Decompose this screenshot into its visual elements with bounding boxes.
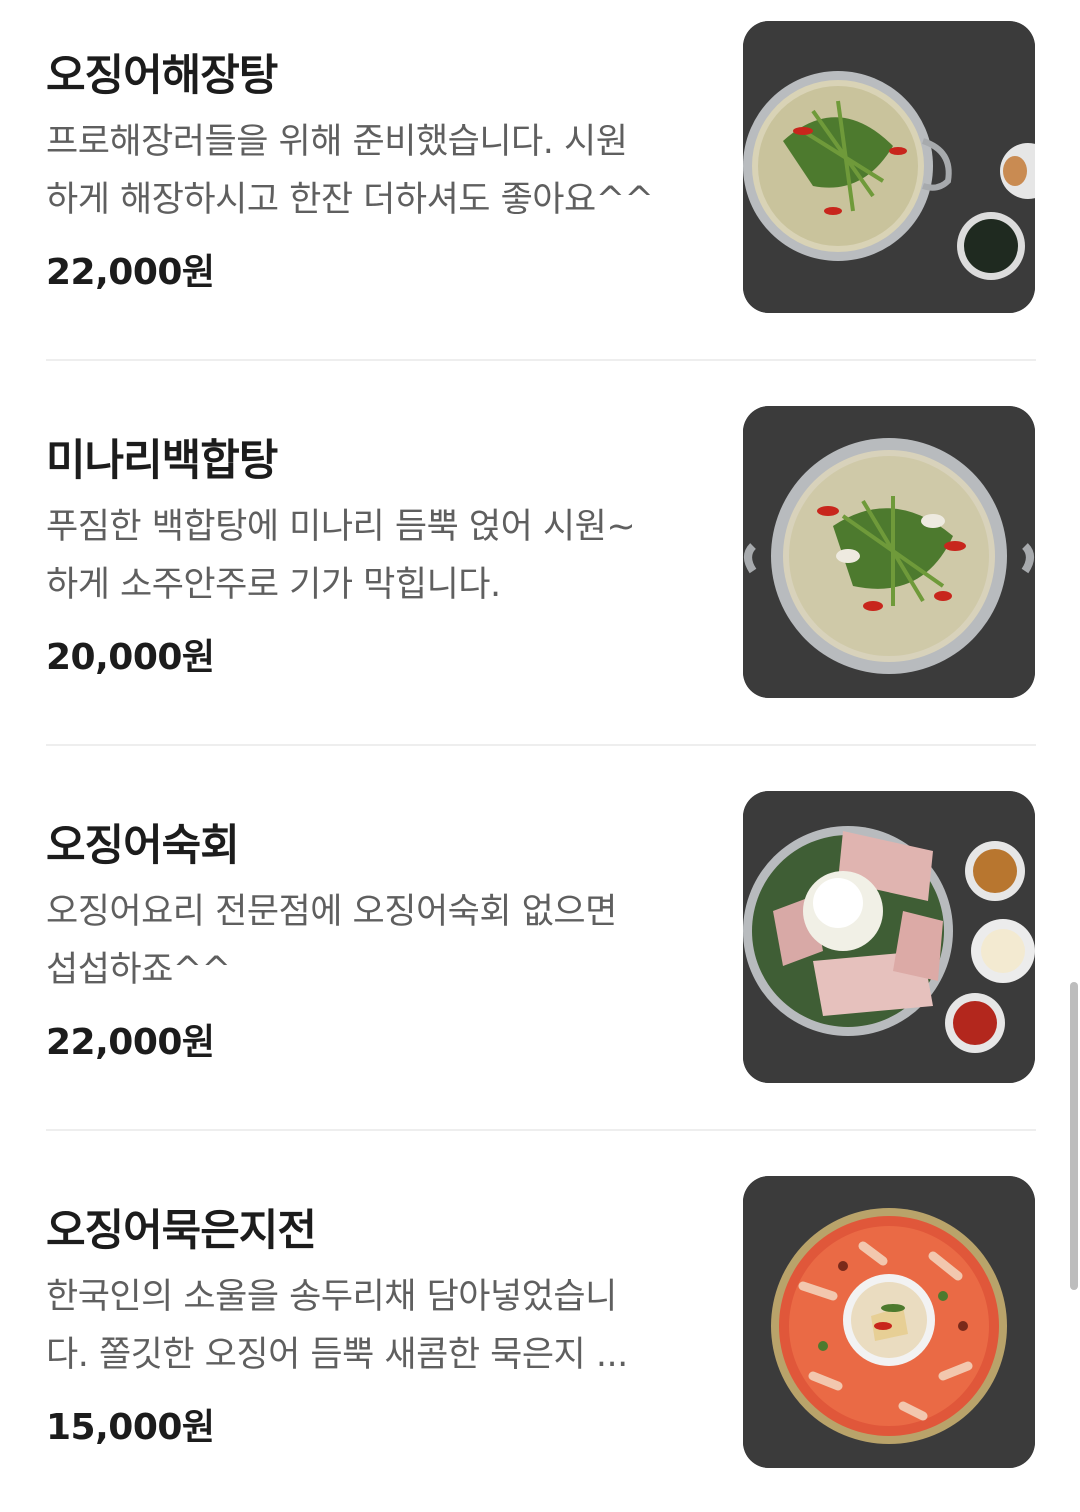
menu-item-image[interactable] (743, 1176, 1035, 1468)
menu-item-description: 오징어요리 전문점에 오징어숙회 없으면 섭섭하죠^^ (46, 883, 696, 999)
menu-item-description-line: 하게 해장하시고 한잔 더하셔도 좋아요^^ (46, 180, 654, 220)
menu-item-price: 22,000원 (46, 1022, 215, 1063)
menu-item-name: 오징어묵은지전 (46, 1206, 317, 1256)
menu-item-name: 미나리백합탕 (46, 436, 278, 486)
menu-item-price: 15,000원 (46, 1407, 215, 1448)
menu-item-description-line: 섭섭하죠^^ (46, 950, 231, 990)
menu-item-image[interactable] (743, 791, 1035, 1083)
divider (46, 744, 1036, 746)
menu-item-price: 20,000원 (46, 637, 215, 678)
divider (46, 359, 1036, 361)
menu-item-description-line: 푸짐한 백합탕에 미나리 듬뿍 얹어 시원~ (46, 507, 636, 547)
menu-item-image[interactable] (743, 406, 1035, 698)
menu-item[interactable]: 오징어숙회 오징어요리 전문점에 오징어숙회 없으면 섭섭하죠^^ 22,000… (46, 791, 1036, 1087)
divider (46, 1129, 1036, 1131)
menu-item[interactable]: 오징어해장탕 프로해장러들을 위해 준비했습니다. 시원 하게 해장하시고 한잔… (46, 21, 1036, 317)
menu-item-description-line: 오징어요리 전문점에 오징어숙회 없으면 (46, 892, 617, 932)
menu-item[interactable]: 오징어묵은지전 한국인의 소울을 송두리채 담아넣었습니 다. 쫄깃한 오징어 … (46, 1176, 1036, 1472)
menu-item-image[interactable] (743, 21, 1035, 313)
menu-item-description-line: 한국인의 소울을 송두리채 담아넣었습니 (46, 1277, 617, 1317)
scrollbar[interactable] (1070, 982, 1078, 1290)
menu-item-description-line: 다. 쫄깃한 오징어 듬뿍 새콤한 묵은지 ... (46, 1335, 628, 1375)
menu-item[interactable]: 미나리백합탕 푸짐한 백합탕에 미나리 듬뿍 얹어 시원~ 하게 소주안주로 기… (46, 406, 1036, 702)
menu-item-price: 22,000원 (46, 252, 215, 293)
menu-item-description-line: 프로해장러들을 위해 준비했습니다. 시원 (46, 122, 628, 162)
menu-item-name: 오징어해장탕 (46, 51, 278, 101)
menu-item-description-line: 하게 소주안주로 기가 막힙니다. (46, 565, 501, 605)
menu-item-name: 오징어숙회 (46, 821, 240, 871)
menu-item-description: 프로해장러들을 위해 준비했습니다. 시원 하게 해장하시고 한잔 더하셔도 좋… (46, 113, 696, 229)
menu-item-description: 한국인의 소울을 송두리채 담아넣었습니 다. 쫄깃한 오징어 듬뿍 새콤한 묵… (46, 1268, 696, 1384)
menu-item-description: 푸짐한 백합탕에 미나리 듬뿍 얹어 시원~ 하게 소주안주로 기가 막힙니다. (46, 498, 696, 614)
